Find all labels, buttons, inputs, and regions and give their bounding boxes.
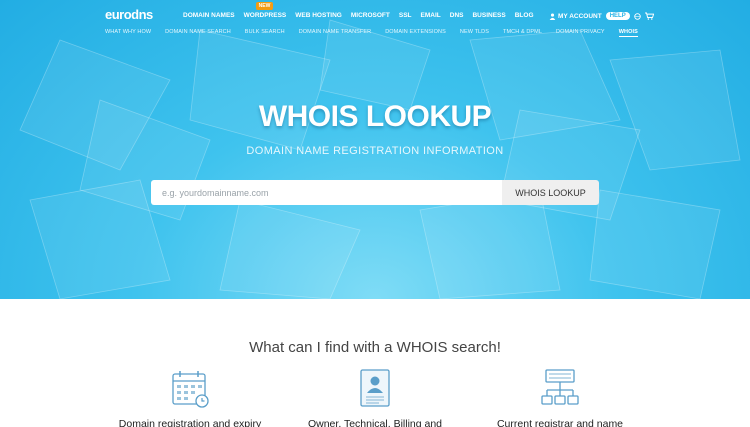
nav-email[interactable]: EMAIL (421, 12, 441, 19)
whois-lookup-button[interactable]: WHOIS LOOKUP (502, 180, 599, 205)
nav-web-hosting[interactable]: WEB HOSTING (295, 12, 342, 19)
domain-search-input[interactable] (151, 180, 502, 205)
whois-search-form: WHOIS LOOKUP (151, 180, 599, 205)
subnav-what-why-how[interactable]: WHAT WHY HOW (105, 29, 151, 37)
subnav-domain-privacy[interactable]: DOMAIN PRIVACY (556, 29, 605, 37)
subnav-whois[interactable]: WHOIS (618, 29, 638, 37)
hero-banner: eurodns DOMAIN NAMES NEW WORDPRESS WEB H… (0, 0, 750, 299)
feature-label: Owner, Technical, Billing and (307, 418, 443, 427)
page-title: WHOIS LOOKUP (258, 100, 492, 133)
nav-wordpress[interactable]: NEW WORDPRESS (243, 2, 287, 19)
main-nav: DOMAIN NAMES NEW WORDPRESS WEB HOSTING M… (183, 2, 534, 19)
subnav-new-tlds[interactable]: NEW TLDS (460, 29, 489, 37)
contact-card-icon (360, 369, 390, 407)
feature-contacts: Owner, Technical, Billing and (275, 368, 475, 427)
feature-registrar: Current registrar and name (460, 368, 660, 427)
nav-microsoft[interactable]: MICROSOFT (351, 12, 390, 19)
subnav-domain-name-search[interactable]: DOMAIN NAME SEARCH (165, 29, 231, 37)
nav-business[interactable]: BUSINESS (472, 12, 505, 19)
nav-domain-names[interactable]: DOMAIN NAMES (183, 12, 235, 19)
page-subtitle: DOMAIN NAME REGISTRATION INFORMATION (246, 145, 504, 157)
subnav-bulk-search[interactable]: BULK SEARCH (245, 29, 285, 37)
sub-nav: WHAT WHY HOW DOMAIN NAME SEARCH BULK SEA… (105, 29, 638, 37)
account-area: MY ACCOUNT HELP (549, 12, 654, 20)
cart-icon[interactable] (644, 12, 654, 20)
top-navigation: eurodns DOMAIN NAMES NEW WORDPRESS WEB H… (0, 0, 750, 24)
nav-blog[interactable]: BLOG (515, 12, 534, 19)
help-button[interactable]: HELP (605, 12, 630, 20)
subnav-domain-extensions[interactable]: DOMAIN EXTENSIONS (385, 29, 446, 37)
new-badge: NEW (255, 2, 274, 10)
user-icon (549, 13, 556, 20)
calendar-icon (172, 371, 209, 408)
subnav-domain-name-transfer[interactable]: DOMAIN NAME TRANSFER (299, 29, 372, 37)
subnav-tmch-dpml[interactable]: TMCH & DPML (503, 29, 542, 37)
feature-registration-expiry: Domain registration and expiry (90, 368, 290, 427)
feature-label: Current registrar and name (496, 418, 624, 427)
eurodns-logo[interactable]: eurodns (105, 7, 153, 22)
sitemap-icon (541, 369, 579, 405)
feature-label: Domain registration and expiry (118, 418, 262, 427)
nav-wordpress-label: WORDPRESS (243, 12, 287, 19)
globe-icon[interactable] (633, 12, 641, 20)
my-account-link[interactable]: MY ACCOUNT (549, 13, 602, 20)
nav-dns[interactable]: DNS (450, 12, 464, 19)
nav-ssl[interactable]: SSL (399, 12, 412, 19)
features-title: What can I find with a WHOIS search! (249, 339, 501, 356)
my-account-label: MY ACCOUNT (558, 12, 602, 20)
